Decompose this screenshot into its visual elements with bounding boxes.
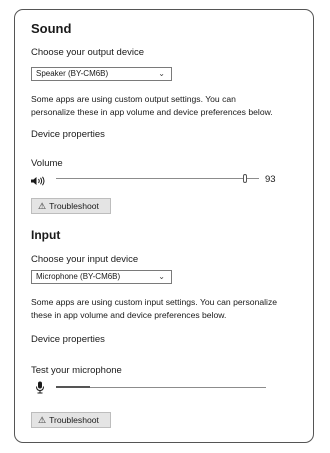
input-custom-settings-text: Some apps are using custom input setting… <box>31 297 278 320</box>
output-device-properties-link[interactable]: Device properties <box>31 129 105 140</box>
volume-slider[interactable] <box>56 174 259 183</box>
sound-settings-panel: Sound Choose your output device Speaker … <box>14 9 314 443</box>
input-device-value: Microphone (BY-CM6B) <box>36 272 121 281</box>
volume-thumb[interactable] <box>242 174 247 183</box>
test-microphone-label: Test your microphone <box>31 365 122 376</box>
sound-troubleshoot-button[interactable]: ⚠ Troubleshoot <box>31 198 111 214</box>
troubleshoot-label: Troubleshoot <box>49 201 99 211</box>
output-custom-settings-text: Some apps are using custom output settin… <box>31 94 273 117</box>
microphone-level-meter <box>56 385 266 390</box>
input-device-label: Choose your input device <box>31 254 139 265</box>
output-device-value: Speaker (BY-CM6B) <box>36 69 109 78</box>
input-device-select[interactable]: Microphone (BY-CM6B) ⌄ <box>31 270 172 284</box>
volume-track <box>56 178 259 179</box>
input-heading: Input <box>31 228 61 242</box>
microphone-icon <box>35 381 45 399</box>
input-device-properties-link[interactable]: Device properties <box>31 334 105 345</box>
output-device-label: Choose your output device <box>31 47 145 58</box>
troubleshoot-label: Troubleshoot <box>49 415 99 425</box>
volume-value: 93 <box>265 174 276 185</box>
warning-icon: ⚠ <box>38 415 47 425</box>
speaker-icon[interactable] <box>30 173 46 191</box>
sound-heading: Sound <box>31 21 72 36</box>
input-troubleshoot-button[interactable]: ⚠ Troubleshoot <box>31 412 111 428</box>
volume-label: Volume <box>31 158 63 169</box>
mic-level-fill <box>56 386 90 388</box>
chevron-down-icon: ⌄ <box>158 272 165 281</box>
chevron-down-icon: ⌄ <box>158 69 165 78</box>
warning-icon: ⚠ <box>38 201 47 211</box>
output-device-select[interactable]: Speaker (BY-CM6B) ⌄ <box>31 67 172 81</box>
